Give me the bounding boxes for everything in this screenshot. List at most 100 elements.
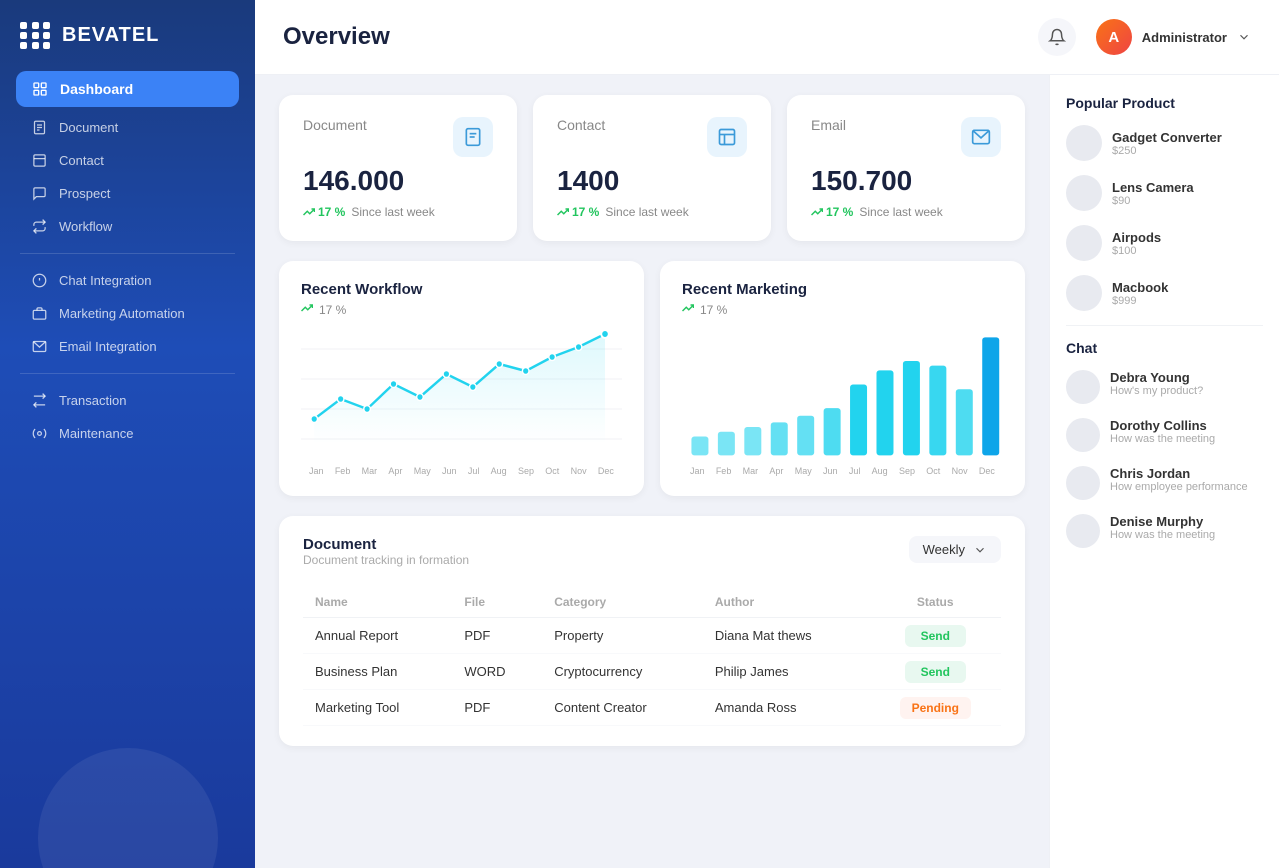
chat-item[interactable]: Denise Murphy How was the meeting [1066, 514, 1263, 548]
chat-name: Chris Jordan [1110, 466, 1248, 481]
col-category: Category [542, 587, 703, 618]
sidebar-item-dashboard[interactable]: Dashboard [16, 71, 239, 107]
marketing-icon [32, 306, 47, 321]
chat-item[interactable]: Debra Young How's my product? [1066, 370, 1263, 404]
product-avatar [1066, 275, 1102, 311]
sidebar-item-label: Workflow [59, 219, 112, 234]
avatar: A [1096, 19, 1132, 55]
product-name: Lens Camera [1112, 180, 1194, 195]
stat-percent: 17 % [811, 205, 853, 219]
sidebar-item-label: Email Integration [59, 339, 157, 354]
sidebar-item-document[interactable]: Document [0, 111, 255, 144]
charts-row: Recent Workflow 17 % [279, 261, 1025, 496]
prospect-icon [32, 186, 47, 201]
stat-cards-row: Document 146.000 17 % Since last week [279, 95, 1025, 241]
chat-item[interactable]: Chris Jordan How employee performance [1066, 466, 1263, 500]
stat-percent: 17 % [557, 205, 599, 219]
cell-name: Annual Report [303, 618, 452, 654]
chat-avatar [1066, 418, 1100, 452]
chat-message: How was the meeting [1110, 433, 1215, 445]
cell-status: Send [869, 618, 1001, 654]
workflow-months: Jan Feb Mar Apr May Jun Jul Aug Sep Oct … [301, 466, 622, 476]
contact-icon [32, 153, 47, 168]
chat-title: Chat [1066, 340, 1263, 356]
cell-author: Diana Mat thews [703, 618, 870, 654]
sidebar-item-label: Chat Integration [59, 273, 152, 288]
chat-name: Dorothy Collins [1110, 418, 1215, 433]
marketing-chart-subtitle: 17 % [682, 302, 1003, 317]
stat-value: 1400 [557, 165, 747, 197]
product-avatar [1066, 225, 1102, 261]
sidebar-item-label: Marketing Automation [59, 306, 185, 321]
chat-message: How's my product? [1110, 385, 1203, 397]
stat-footer: 17 % Since last week [557, 205, 747, 219]
sidebar-item-chat-integration[interactable]: Chat Integration [0, 264, 255, 297]
chat-avatar [1066, 370, 1100, 404]
admin-menu-button[interactable]: A Administrator [1096, 19, 1251, 55]
maintenance-icon [32, 426, 47, 441]
chevron-down-icon [973, 543, 987, 557]
page-title: Overview [283, 23, 390, 51]
document-stat-icon [453, 117, 493, 157]
table-row: Business Plan WORD Cryptocurrency Philip… [303, 654, 1001, 690]
cell-file: PDF [452, 618, 542, 654]
stat-footer: 17 % Since last week [303, 205, 493, 219]
stat-card-title: Contact [557, 117, 605, 133]
sidebar-item-prospect[interactable]: Prospect [0, 177, 255, 210]
weekly-label: Weekly [923, 542, 965, 557]
notification-button[interactable] [1038, 18, 1076, 56]
cell-name: Marketing Tool [303, 690, 452, 726]
chat-list: Debra Young How's my product? Dorothy Co… [1066, 370, 1263, 548]
marketing-bar-chart: Jan Feb Mar Apr May Jun Jul Aug Sep Oct … [682, 329, 1003, 476]
stat-value: 146.000 [303, 165, 493, 197]
status-badge: Pending [900, 697, 971, 719]
col-file: File [452, 587, 542, 618]
status-badge: Send [905, 625, 966, 647]
content-area: Document 146.000 17 % Since last week [255, 75, 1279, 868]
stat-card-email: Email 150.700 17 % Since last week [787, 95, 1025, 241]
table-row: Marketing Tool PDF Content Creator Amand… [303, 690, 1001, 726]
sidebar-divider [1066, 325, 1263, 326]
cell-name: Business Plan [303, 654, 452, 690]
cell-status: Pending [869, 690, 1001, 726]
cell-category: Cryptocurrency [542, 654, 703, 690]
chevron-down-icon [1237, 30, 1251, 44]
email-stat-icon [961, 117, 1001, 157]
doc-table-title: Document [303, 536, 469, 553]
chat-item[interactable]: Dorothy Collins How was the meeting [1066, 418, 1263, 452]
product-item: Macbook $999 [1066, 275, 1263, 311]
email-icon [32, 339, 47, 354]
marketing-months: Jan Feb Mar Apr May Jun Jul Aug Sep Oct … [682, 466, 1003, 476]
sidebar: BEVATEL Dashboard Document Contact Prosp… [0, 0, 255, 868]
product-price: $250 [1112, 145, 1222, 157]
chat-icon [32, 273, 47, 288]
product-price: $90 [1112, 195, 1194, 207]
sidebar-item-email-integration[interactable]: Email Integration [0, 330, 255, 363]
chat-name: Denise Murphy [1110, 514, 1215, 529]
document-icon [32, 120, 47, 135]
transaction-icon [32, 393, 47, 408]
chat-name: Debra Young [1110, 370, 1203, 385]
product-name: Macbook [1112, 280, 1168, 295]
sidebar-item-workflow[interactable]: Workflow [0, 210, 255, 243]
product-item: Lens Camera $90 [1066, 175, 1263, 211]
sidebar-item-label: Transaction [59, 393, 126, 408]
workflow-chart-card: Recent Workflow 17 % [279, 261, 644, 496]
weekly-filter-button[interactable]: Weekly [909, 536, 1001, 563]
document-table: Name File Category Author Status Annual … [303, 587, 1001, 726]
sidebar-item-transaction[interactable]: Transaction [0, 384, 255, 417]
sidebar-item-contact[interactable]: Contact [0, 144, 255, 177]
product-name: Gadget Converter [1112, 130, 1222, 145]
stat-value: 150.700 [811, 165, 1001, 197]
product-avatar [1066, 125, 1102, 161]
logo-icon [20, 22, 52, 49]
status-badge: Send [905, 661, 966, 683]
stat-card-title: Email [811, 117, 846, 133]
product-avatar [1066, 175, 1102, 211]
sidebar-item-maintenance[interactable]: Maintenance [0, 417, 255, 450]
sidebar-item-label: Dashboard [60, 81, 133, 97]
sidebar-item-marketing-automation[interactable]: Marketing Automation [0, 297, 255, 330]
cell-category: Property [542, 618, 703, 654]
bell-icon [1048, 28, 1066, 46]
cell-file: WORD [452, 654, 542, 690]
